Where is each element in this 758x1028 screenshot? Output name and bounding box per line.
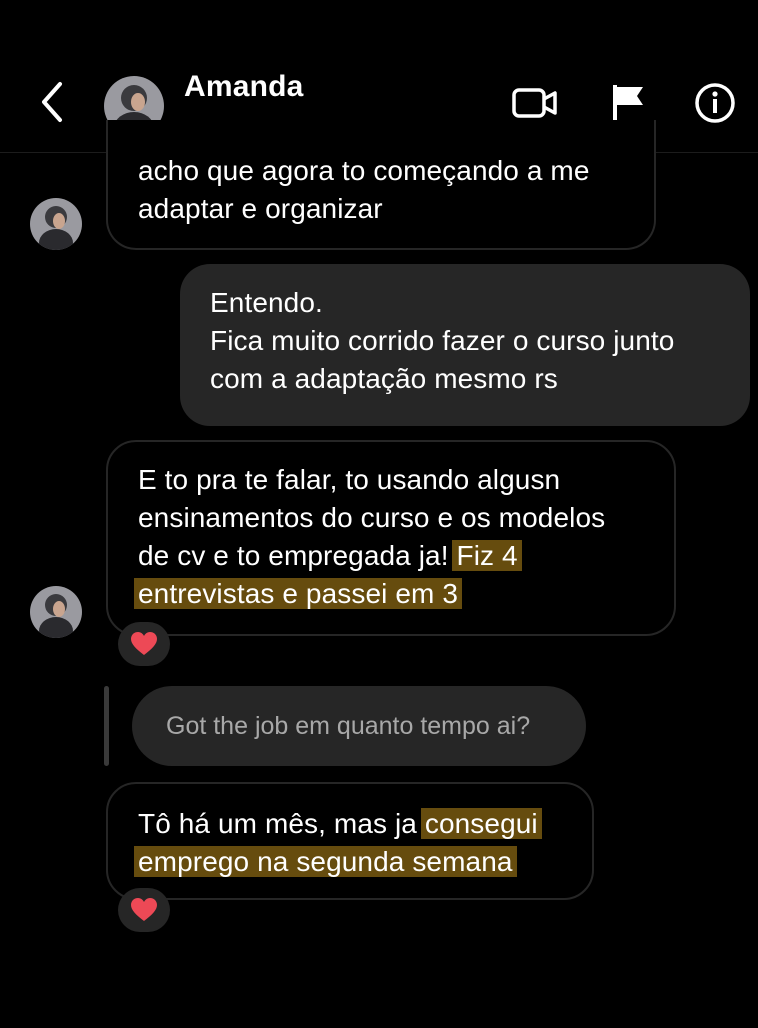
message-text: ensinamentos do curso e os modelos (138, 502, 606, 533)
info-icon (695, 83, 735, 123)
message-text: entrevistas e passei em 3 (134, 575, 674, 613)
message-text: Tô há um mês, mas ja consegui (138, 805, 592, 843)
video-camera-icon (512, 88, 557, 118)
quoted-reply-bubble[interactable]: Got the job em quanto tempo ai? (132, 686, 586, 766)
highlighted-text: consegui (420, 808, 542, 839)
message-text: de cv e to empregada ja! Fiz 4 (138, 537, 674, 575)
message-text: emprego na segunda semana (134, 843, 592, 881)
heart-icon (131, 632, 157, 655)
message-text: Fica muito corrido fazer o curso junto (210, 325, 675, 356)
chevron-left-icon (42, 82, 62, 122)
sender-avatar[interactable] (30, 586, 82, 638)
message-text: com a adaptação mesmo rs (210, 363, 558, 394)
message-bubble-outgoing[interactable]: Entendo. Fica muito corrido fazer o curs… (180, 264, 750, 426)
message-text: acho que agora to começando a me (138, 155, 590, 186)
reply-indicator-bar (104, 686, 109, 766)
message-text-plain: de cv e to empregada ja! (138, 540, 457, 571)
back-button[interactable] (30, 80, 74, 124)
contact-name[interactable]: Amanda (184, 70, 304, 104)
chat-screen: Amanda acho que agora to começando a me … (0, 0, 758, 1028)
message-bubble-incoming[interactable]: Tô há um mês, mas ja consegui emprego na… (106, 782, 594, 900)
message-text: E to pra te falar, to usando algusn (138, 464, 561, 495)
info-button[interactable] (690, 78, 740, 128)
flag-icon (613, 85, 643, 123)
message-text: adaptar e organizar (138, 193, 383, 224)
highlighted-text: emprego na segunda semana (134, 846, 517, 877)
heart-reaction[interactable] (118, 888, 170, 932)
message-bubble-incoming[interactable]: acho que agora to começando a me adaptar… (106, 120, 656, 250)
sender-avatar[interactable] (30, 198, 82, 250)
message-text: Entendo. (210, 287, 323, 318)
message-bubble-incoming[interactable]: E to pra te falar, to usando algusn ensi… (106, 440, 676, 636)
highlighted-text: entrevistas e passei em 3 (134, 578, 462, 609)
highlighted-text: Fiz 4 (452, 540, 522, 571)
message-text-plain: Tô há um mês, mas ja (138, 808, 425, 839)
heart-reaction[interactable] (118, 622, 170, 666)
heart-icon (131, 898, 157, 921)
